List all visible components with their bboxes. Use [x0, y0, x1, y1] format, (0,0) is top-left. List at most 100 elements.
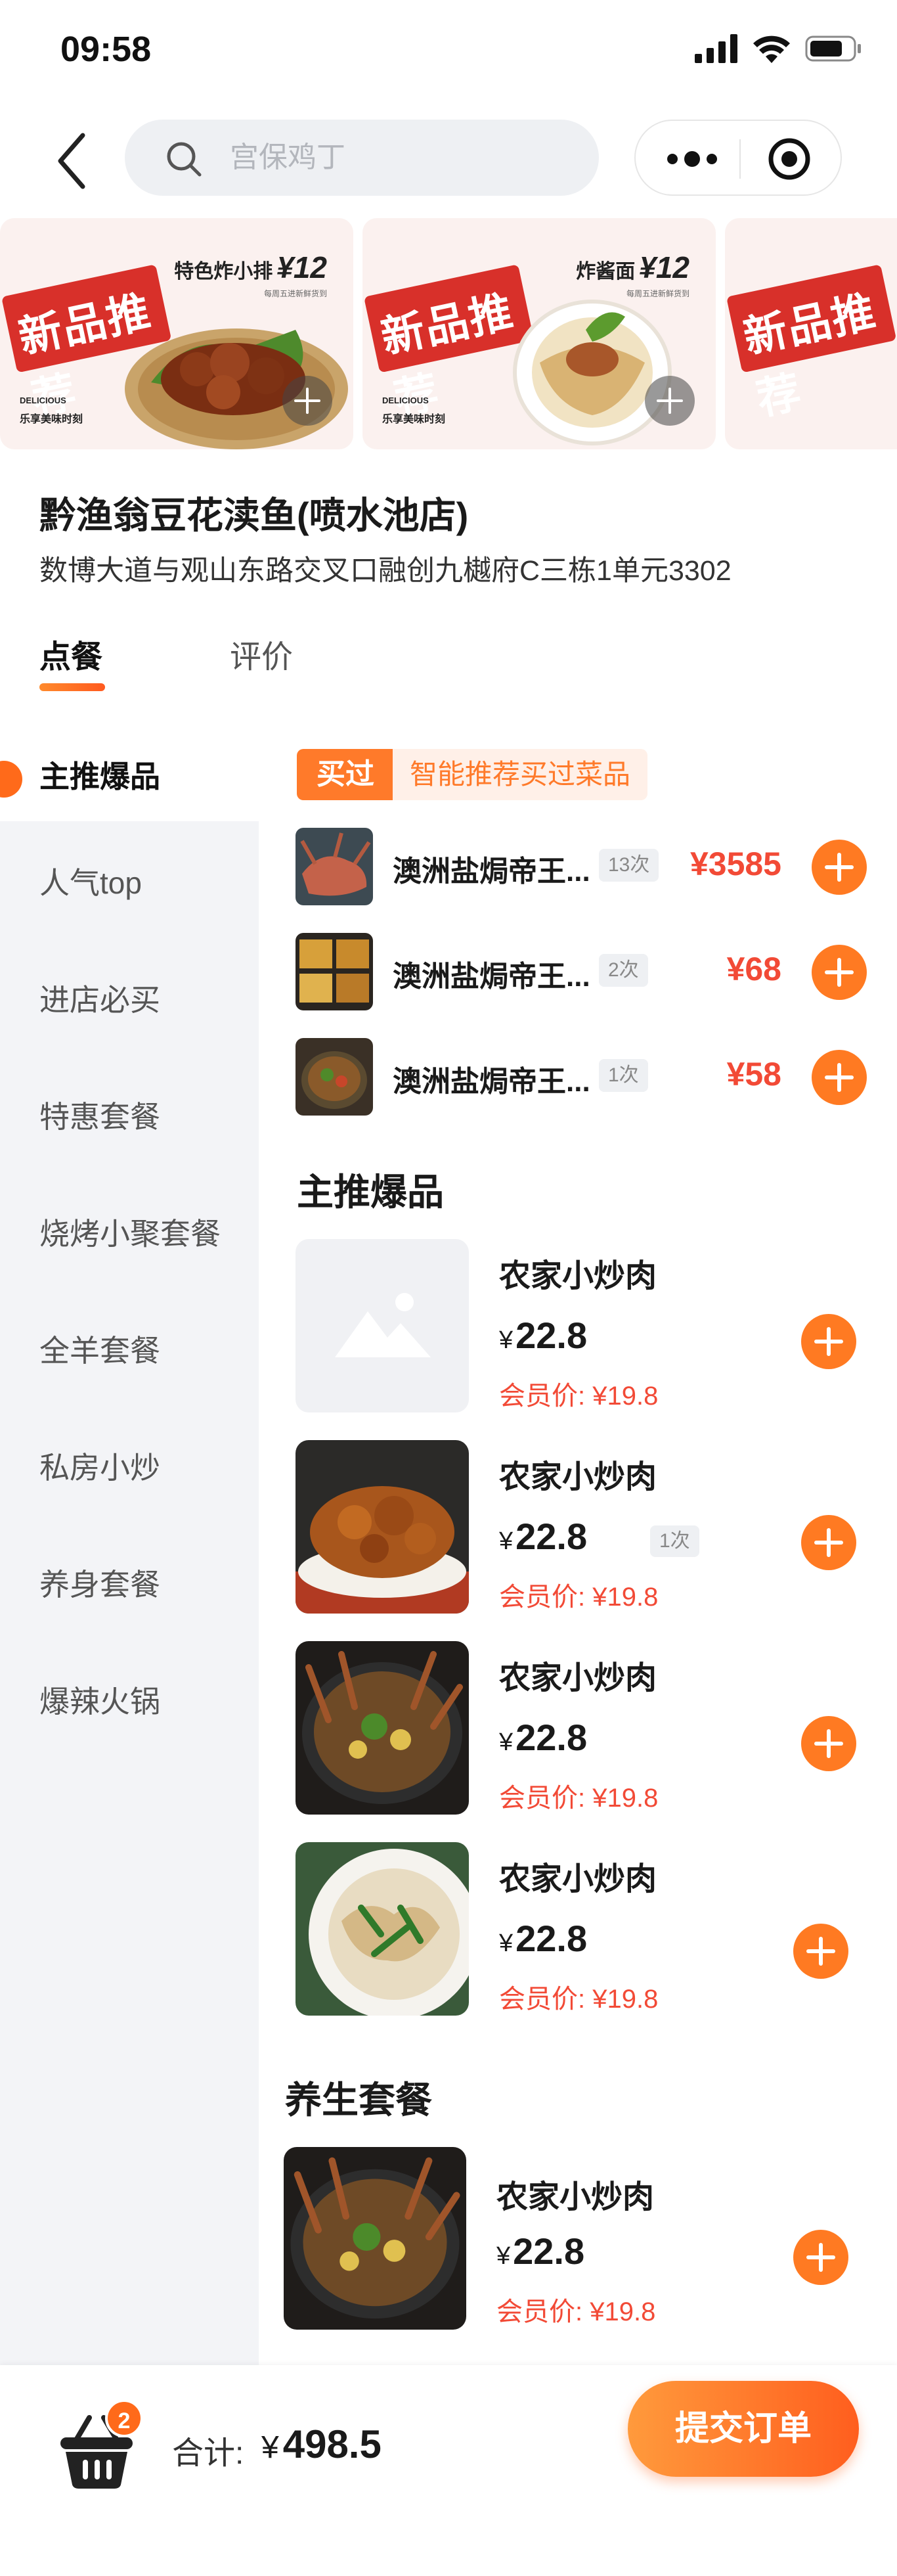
bought-item-name: 澳洲盐焗帝王... — [393, 855, 590, 888]
sidebar-item-main-hits[interactable]: 主推爆品 — [0, 736, 259, 821]
member-price: 会员价: ¥19.8 — [499, 1583, 659, 1612]
store-address: 数博大道与观山东路交叉口融创九樾府C三栋1单元3302 — [39, 555, 732, 587]
dish-image — [295, 1641, 469, 1815]
dish-name: 农家小炒肉 — [499, 1259, 657, 1294]
sidebar-item-label: 烧烤小聚套餐 — [39, 1217, 221, 1251]
member-price: 会员价: ¥19.8 — [499, 1382, 659, 1411]
banner-delicious: DELICIOUS — [382, 395, 429, 405]
add-to-cart-button[interactable] — [812, 1050, 867, 1105]
dish-price: ¥22.8 — [496, 2230, 585, 2272]
sidebar-item-popular-top[interactable]: 人气top — [0, 821, 259, 938]
bought-hint: 智能推荐买过菜品 — [393, 749, 648, 800]
member-price: 会员价: ¥19.8 — [496, 2297, 656, 2326]
banner-product: 特色炸小排 ¥12 — [174, 250, 327, 284]
bought-count-badge: 13次 — [599, 849, 659, 882]
add-to-cart-button[interactable] — [812, 840, 867, 895]
bought-label: 买过 — [297, 749, 393, 800]
add-to-cart-button[interactable] — [801, 1515, 856, 1570]
nav-bar — [0, 112, 897, 204]
dish-name: 农家小炒肉 — [499, 1862, 657, 1897]
sidebar-item-label: 人气top — [39, 866, 142, 900]
bought-before-tag: 买过 智能推荐买过菜品 — [297, 749, 648, 800]
banner-slogan: 乐享美味时刻 — [382, 414, 446, 425]
dish-card: 农家小炒肉 ¥22.8 1次 会员价: ¥19.8 — [295, 1440, 867, 1617]
sidebar-item-label: 主推爆品 — [39, 759, 160, 794]
chevron-left-icon — [58, 133, 85, 189]
total-amount: ¥498.5 — [261, 2422, 382, 2466]
banner-product: 炸酱面 ¥12 — [576, 250, 689, 284]
more-icon[interactable] — [659, 139, 725, 179]
active-dot — [0, 761, 22, 798]
dish-name: 农家小炒肉 — [496, 2180, 655, 2215]
status-icons — [695, 34, 863, 63]
status-bar: 09:58 — [0, 0, 897, 99]
dish-image — [284, 2147, 466, 2330]
submit-order-button[interactable]: 提交订单 — [628, 2381, 859, 2477]
bought-item-price: ¥68 — [726, 951, 781, 987]
sidebar-item-spicy-hotpot[interactable]: 爆辣火锅 — [0, 1640, 259, 1757]
battery-icon — [805, 35, 861, 62]
banner-add-icon[interactable] — [282, 376, 332, 426]
add-to-cart-button[interactable] — [793, 1924, 848, 1979]
add-to-cart-button[interactable] — [801, 1314, 856, 1369]
bought-count-badge: 1次 — [599, 1059, 648, 1092]
bought-item-price: ¥58 — [726, 1056, 781, 1093]
search-icon — [167, 142, 202, 177]
dish-card: 农家小炒肉 ¥22.8 会员价: ¥19.8 — [295, 1641, 867, 1819]
banner-delicious: DELICIOUS — [20, 395, 66, 405]
dish-price: ¥22.8 — [499, 1918, 588, 1959]
search-input[interactable] — [230, 139, 571, 176]
new-recommend-tag: 新品推荐 — [725, 249, 897, 424]
dish-image — [513, 300, 672, 445]
tab-review[interactable]: 评价 — [230, 631, 293, 677]
close-target-icon[interactable] — [767, 137, 812, 181]
bought-item-name: 澳洲盐焗帝王... — [393, 1066, 590, 1098]
sidebar-item-label: 特惠套餐 — [39, 1100, 160, 1134]
dish-name: 农家小炒肉 — [499, 1661, 657, 1696]
store-name: 黔渔翁豆花渎鱼(喷水池店) — [39, 495, 469, 536]
sidebar-item-bbq-sets[interactable]: 烧烤小聚套餐 — [0, 1172, 259, 1289]
section-title: 主推爆品 — [297, 1171, 444, 1213]
sidebar-item-must-buy[interactable]: 进店必买 — [0, 938, 259, 1055]
bought-item-name: 澳洲盐焗帝王... — [393, 960, 590, 993]
sidebar-item-lamb-sets[interactable]: 全羊套餐 — [0, 1289, 259, 1406]
add-to-cart-button[interactable] — [793, 2230, 848, 2285]
dish-image — [295, 1842, 469, 2016]
add-to-cart-button[interactable] — [801, 1716, 856, 1771]
tab-order[interactable]: 点餐 — [39, 631, 102, 677]
bought-count-badge: 2次 — [599, 954, 648, 987]
cellular-signal-icon — [695, 34, 737, 63]
dish-thumbnail — [295, 1038, 373, 1116]
sidebar-item-label: 全羊套餐 — [39, 1334, 160, 1368]
dish-image — [125, 328, 348, 449]
dish-card: 农家小炒肉 ¥22.8 会员价: ¥19.8 — [295, 1239, 867, 1416]
member-price: 会员价: ¥19.8 — [499, 1985, 659, 2014]
sidebar-item-health-sets[interactable]: 养身套餐 — [0, 1523, 259, 1640]
banner-slogan: 乐享美味时刻 — [20, 414, 83, 425]
back-button[interactable] — [50, 131, 96, 191]
banner-add-icon[interactable] — [645, 376, 695, 426]
bought-item: 澳洲盐焗帝王... 1次 ¥58 — [295, 1038, 867, 1117]
bought-item: 澳洲盐焗帝王... 13次 ¥3585 — [295, 828, 867, 907]
sidebar-item-label: 养身套餐 — [39, 1568, 160, 1602]
sidebar-item-special-sets[interactable]: 特惠套餐 — [0, 1055, 259, 1172]
dish-price: ¥22.8 — [499, 1315, 588, 1356]
image-placeholder-icon — [295, 1239, 469, 1412]
banner-card[interactable]: 新品推荐 — [725, 218, 897, 449]
dish-image — [295, 1440, 469, 1614]
add-to-cart-button[interactable] — [812, 945, 867, 1000]
sidebar-item-label: 进店必买 — [39, 983, 160, 1017]
dish-price: ¥22.8 — [499, 1516, 588, 1557]
search-box[interactable] — [125, 120, 599, 196]
category-sidebar: 主推爆品 人气top 进店必买 特惠套餐 烧烤小聚套餐 全羊套餐 私房小炒 养身… — [0, 736, 259, 2365]
wifi-icon — [753, 35, 790, 63]
dish-card: 农家小炒肉 ¥22.8 会员价: ¥19.8 — [295, 1842, 867, 2020]
dish-count-badge: 1次 — [650, 1525, 699, 1557]
checkout-bar: 2 合计: ¥498.5 提交订单 — [0, 2365, 897, 2576]
banner-sub: 每周五进新鲜货到 — [263, 289, 327, 298]
sidebar-item-private-stir-fry[interactable]: 私房小炒 — [0, 1406, 259, 1523]
dish-name: 农家小炒肉 — [499, 1460, 657, 1495]
dish-price: ¥22.8 — [499, 1717, 588, 1758]
total-label: 合计: — [172, 2436, 244, 2471]
dish-thumbnail — [295, 828, 373, 905]
